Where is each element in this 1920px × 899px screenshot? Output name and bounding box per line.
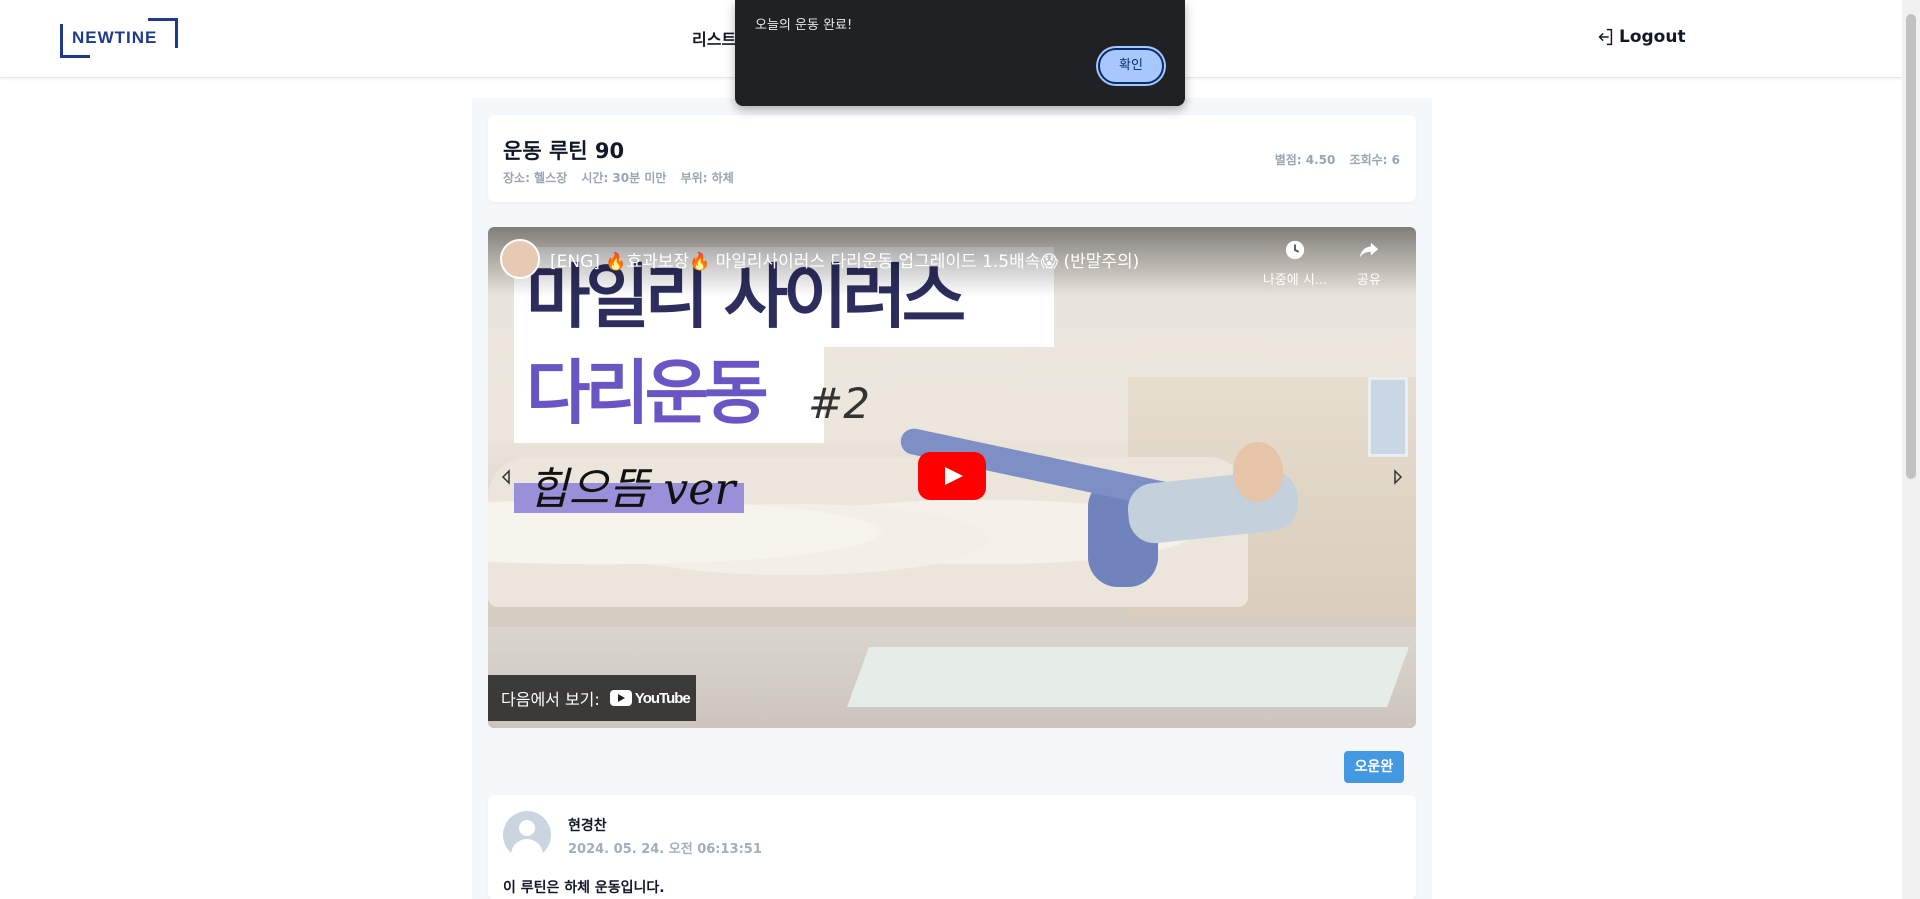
comment-date: 2024. 05. 24. 오전 06:13:51 <box>568 842 762 857</box>
share-icon <box>1359 242 1379 258</box>
youtube-play-icon <box>609 690 632 706</box>
video-title[interactable]: [ENG] 🔥효과보장🔥 마일리사이러스 다리운동 업그레이드 1.5배속😱 (… <box>550 247 1139 272</box>
logout-icon <box>1598 28 1613 46</box>
alert-confirm-button[interactable]: 확인 <box>1098 48 1164 84</box>
routine-info-card: 운동 루틴 90 장소: 헬스장 시간: 30분 미만 부위: 하체 별점: 4… <box>488 115 1416 202</box>
newtine-logo[interactable]: NEWTINE <box>60 18 178 58</box>
avatar-shoulders <box>511 839 543 859</box>
alert-dialog: 오늘의 운동 완료! 확인 <box>735 0 1185 106</box>
watch-later-label: 나중에 시... <box>1262 273 1328 288</box>
youtube-logo-text: YouTube <box>634 689 691 707</box>
routine-place: 장소: 헬스장 <box>503 171 568 185</box>
alert-message: 오늘의 운동 완료! <box>755 18 853 33</box>
logout-label: Logout <box>1619 27 1686 47</box>
nav-list-link[interactable]: 리스트 <box>692 26 736 50</box>
watch-later-button[interactable]: 나중에 시... <box>1260 239 1330 288</box>
routine-meta: 장소: 헬스장 시간: 30분 미만 부위: 하체 <box>503 169 744 186</box>
watch-on-label: 다음에서 보기: <box>501 690 600 709</box>
clock-icon <box>1285 240 1305 260</box>
thumbnail-title-band-2: 다리운동 <box>514 347 824 443</box>
thumbnail-person-head <box>1233 442 1283 502</box>
comment-text: 이 루틴은 하체 운동입니다. <box>503 880 665 896</box>
logo-text: NEWTINE <box>72 28 158 47</box>
thumbnail-mat <box>847 647 1409 707</box>
routine-part: 부위: 하체 <box>680 171 734 185</box>
watch-on-youtube-button[interactable]: 다음에서 보기: YouTube <box>488 675 696 721</box>
workout-done-button[interactable]: 오운완 <box>1344 751 1404 783</box>
comment-author: 현경찬 <box>568 818 607 834</box>
page-scrollbar[interactable] <box>1902 0 1920 899</box>
chevron-left-icon[interactable] <box>498 467 514 487</box>
routine-time: 시간: 30분 미만 <box>581 171 667 185</box>
youtube-logo: YouTube <box>609 689 691 707</box>
routine-title: 운동 루틴 90 <box>503 139 625 163</box>
share-label: 공유 <box>1357 273 1381 288</box>
comment-card: 현경찬 2024. 05. 24. 오전 06:13:51 이 루틴은 하체 운… <box>488 795 1416 899</box>
routine-stats: 별점: 4.50 조회수: 6 <box>1265 151 1400 168</box>
share-button[interactable]: 공유 <box>1334 239 1404 288</box>
logout-button[interactable]: Logout <box>1594 26 1686 48</box>
play-button[interactable] <box>918 452 986 500</box>
thumbnail-hash: #2 <box>808 379 870 428</box>
chevron-right-icon[interactable] <box>1390 467 1406 487</box>
routine-views: 조회수: 6 <box>1349 153 1400 167</box>
scrollbar-thumb[interactable] <box>1906 14 1916 479</box>
thumbnail-title-line2: 다리운동 <box>526 352 769 434</box>
channel-avatar[interactable] <box>500 239 540 279</box>
routine-rating: 별점: 4.50 <box>1274 153 1336 167</box>
avatar <box>503 811 551 859</box>
thumbnail-window <box>1368 377 1408 457</box>
avatar-head <box>519 820 535 836</box>
thumbnail-sub-text: 힙으뜸 ver <box>528 464 736 515</box>
youtube-video-embed[interactable]: 마일리 사이러스 다리운동 #2 힙으뜸 ver [ENG] 🔥효과보장🔥 마일… <box>488 227 1416 728</box>
